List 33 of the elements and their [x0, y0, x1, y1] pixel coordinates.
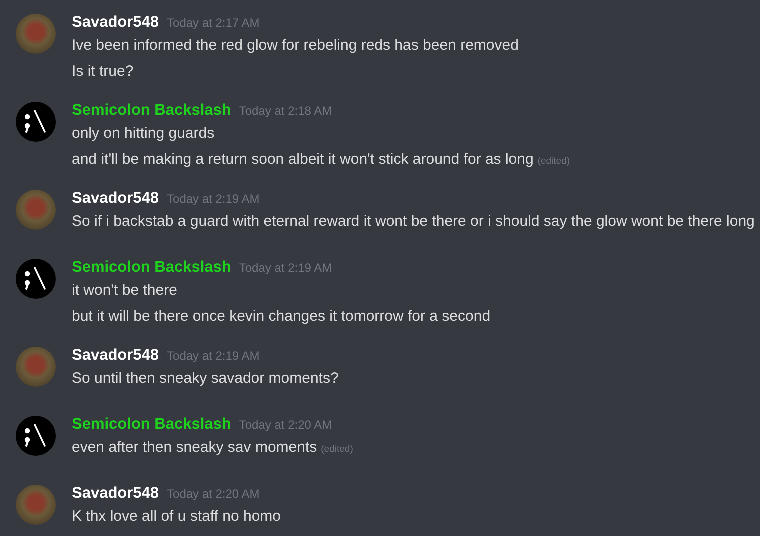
- message-text: So if i backstab a guard with eternal reward it wont be there or i should say the glow wont be there long: [72, 212, 755, 232]
- timestamp: Today at 2:20 AM: [239, 417, 332, 434]
- message-text: only on hitting guards: [72, 124, 215, 144]
- avatar-photo-placeholder[interactable]: [16, 347, 56, 387]
- timestamp: Today at 2:17 AM: [167, 15, 260, 32]
- author-name[interactable]: Semicolon Backslash: [72, 258, 232, 278]
- author-name[interactable]: Savador548: [72, 13, 160, 33]
- message-text: Is it true?: [72, 62, 134, 82]
- timestamp: Today at 2:19 AM: [167, 348, 260, 365]
- avatar-logo-icon[interactable]: [16, 102, 56, 142]
- avatar-photo-placeholder[interactable]: [16, 14, 56, 54]
- avatar-logo-icon[interactable]: [16, 259, 56, 299]
- message-text: even after then sneaky sav moments: [72, 438, 318, 458]
- avatar-photo-placeholder[interactable]: [16, 190, 56, 230]
- author-name[interactable]: Semicolon Backslash: [72, 101, 232, 121]
- message-text: K thx love all of u staff no homo: [72, 507, 282, 527]
- timestamp: Today at 2:19 AM: [167, 191, 260, 208]
- edited-label: (edited): [538, 155, 570, 169]
- message-text: it won't be there: [72, 281, 178, 301]
- timestamp: Today at 2:19 AM: [239, 260, 332, 277]
- timestamp: Today at 2:18 AM: [239, 103, 332, 120]
- avatar-logo-icon[interactable]: [16, 416, 56, 456]
- message-text: Ive been informed the red glow for rebeling reds has been removed: [72, 36, 519, 56]
- author-name[interactable]: Savador548: [72, 484, 160, 504]
- message-text: but it will be there once kevin changes it tomorrow for a second: [72, 307, 491, 327]
- timestamp: Today at 2:20 AM: [167, 486, 260, 503]
- avatar-photo-placeholder[interactable]: [16, 485, 56, 525]
- edited-label: (edited): [321, 443, 354, 457]
- author-name[interactable]: Savador548: [72, 346, 160, 366]
- message-text: So until then sneaky savador moments?: [72, 369, 339, 389]
- message-text: and it'll be making a return soon albeit it won't stick around for as long: [72, 150, 534, 170]
- author-name[interactable]: Semicolon Backslash: [72, 415, 232, 435]
- author-name[interactable]: Savador548: [72, 189, 160, 209]
